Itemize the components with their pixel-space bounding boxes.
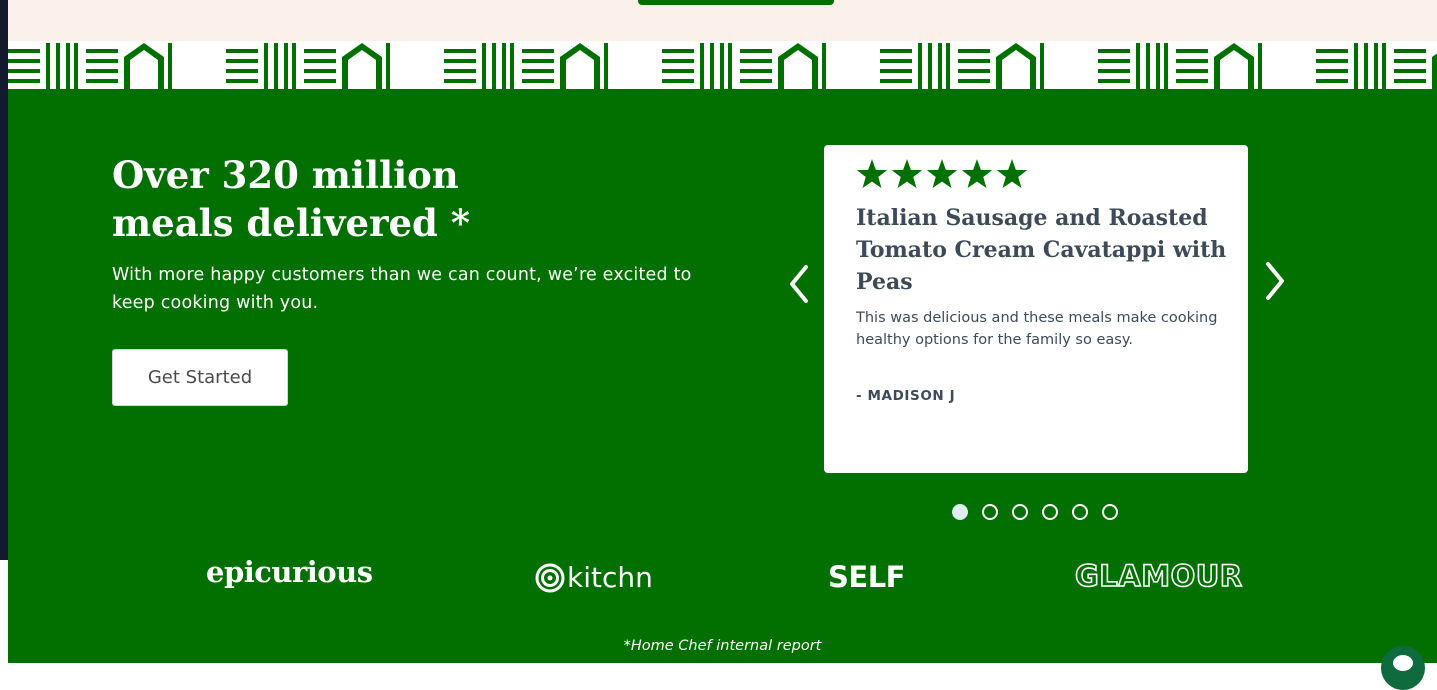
carousel-dot-3[interactable]: [1012, 504, 1028, 520]
get-started-button[interactable]: Get Started: [112, 349, 288, 406]
self-logo: SELF: [828, 560, 906, 594]
carousel-next-button[interactable]: [1254, 256, 1294, 306]
review-author: - MADISON J: [856, 388, 956, 404]
kitchn-logo: kitchn: [535, 561, 653, 594]
carousel-dot-5[interactable]: [1072, 504, 1088, 520]
headline-line-1: Over 320 million: [112, 153, 459, 197]
carousel-dot-4[interactable]: [1042, 504, 1058, 520]
footnote: *Home Chef internal report: [623, 638, 822, 654]
star-icon: [926, 159, 958, 188]
review-meal-title: Italian Sausage and Roasted Tomato Cream…: [856, 205, 1227, 295]
epicurious-logo: epicurious: [206, 555, 373, 589]
decorative-pattern-border: [8, 41, 1437, 89]
left-edge-strip: [0, 0, 8, 560]
section-subtext: With more happy customers than we can co…: [112, 265, 692, 313]
carousel-dot-1[interactable]: [952, 504, 968, 520]
kitchn-spiral-icon: [535, 563, 565, 592]
top-section-band: [8, 0, 1437, 41]
glamour-logo: GLAMOUR: [1074, 558, 1243, 594]
carousel-dot-2[interactable]: [982, 504, 998, 520]
chevron-left-icon: [790, 265, 808, 303]
section-headline: Over 320 million meals delivered *: [112, 151, 712, 247]
carousel-pagination: [952, 504, 1118, 520]
chevron-right-icon: [1266, 262, 1284, 300]
star-icon: [996, 159, 1028, 188]
chat-button[interactable]: [1381, 646, 1425, 690]
review-quote: This was delicious and these meals make …: [856, 310, 1218, 348]
top-green-button-edge[interactable]: [638, 0, 834, 5]
review-card: Italian Sausage and Roasted Tomato Cream…: [824, 145, 1248, 473]
kitchn-wordmark: kitchn: [567, 561, 653, 594]
review-rating: [856, 159, 1028, 190]
carousel-prev-button[interactable]: [780, 259, 820, 309]
star-icon: [856, 159, 888, 188]
carousel-dot-6[interactable]: [1102, 504, 1118, 520]
headline-line-2: meals delivered *: [112, 201, 471, 245]
chat-icon: [1393, 655, 1413, 671]
star-icon: [891, 159, 923, 188]
social-proof-section: Over 320 million meals delivered * With …: [8, 89, 1437, 663]
star-icon: [961, 159, 993, 188]
